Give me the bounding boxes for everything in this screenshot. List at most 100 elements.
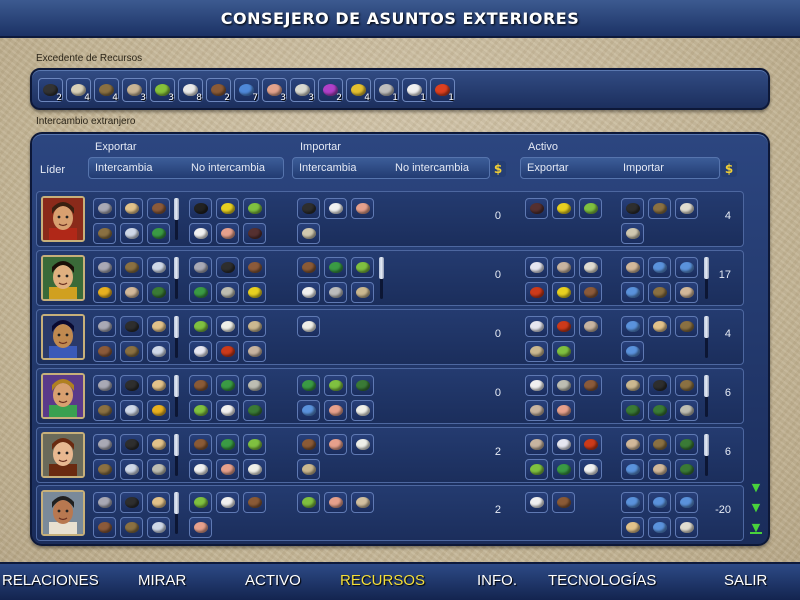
resource-slot[interactable] [147, 282, 170, 303]
active-export-header[interactable]: Exportar [527, 162, 569, 174]
resource-slot[interactable] [579, 375, 602, 396]
resource-slot[interactable] [525, 492, 548, 513]
nav-activo[interactable]: ACTIVO [245, 572, 301, 589]
resource-slot[interactable] [621, 375, 644, 396]
resource-slot[interactable] [552, 492, 575, 513]
resource-slot[interactable] [552, 257, 575, 278]
resource-slot[interactable] [351, 282, 374, 303]
resource-slot[interactable] [93, 257, 116, 278]
surplus-item[interactable]: 7 [234, 78, 259, 103]
resource-slot[interactable] [297, 198, 320, 219]
resource-slot[interactable] [216, 400, 239, 421]
resource-slot[interactable] [324, 400, 347, 421]
resource-slot[interactable] [243, 257, 266, 278]
resource-slot[interactable] [243, 459, 266, 480]
nav-tecnologas[interactable]: TECNOLOGÍAS [548, 572, 656, 589]
resource-slot[interactable] [243, 198, 266, 219]
row-scrollbar[interactable] [174, 316, 179, 358]
resource-slot[interactable] [147, 400, 170, 421]
nav-relaciones[interactable]: RELACIONES [2, 572, 99, 589]
resource-slot[interactable] [297, 400, 320, 421]
resource-slot[interactable] [621, 400, 644, 421]
resource-slot[interactable] [120, 434, 143, 455]
resource-slot[interactable] [621, 517, 644, 538]
resource-slot[interactable] [189, 257, 212, 278]
resource-slot[interactable] [621, 492, 644, 513]
resource-slot[interactable] [120, 375, 143, 396]
resource-slot[interactable] [552, 375, 575, 396]
surplus-item[interactable]: 1 [430, 78, 455, 103]
resource-slot[interactable] [621, 316, 644, 337]
resource-slot[interactable] [216, 375, 239, 396]
surplus-item[interactable]: 3 [122, 78, 147, 103]
resource-slot[interactable] [120, 459, 143, 480]
resource-slot[interactable] [297, 223, 320, 244]
resource-slot[interactable] [579, 459, 602, 480]
row-scrollbar[interactable] [174, 375, 179, 417]
resource-slot[interactable] [93, 316, 116, 337]
row-scrollbar[interactable] [174, 257, 179, 299]
resource-slot[interactable] [147, 459, 170, 480]
row-scrollbar[interactable] [174, 434, 179, 476]
row-scrollbar[interactable] [174, 492, 179, 534]
resource-slot[interactable] [93, 223, 116, 244]
resource-slot[interactable] [324, 257, 347, 278]
resource-slot[interactable] [216, 492, 239, 513]
resource-slot[interactable] [552, 282, 575, 303]
export-trade-header[interactable]: Intercambia [95, 162, 152, 174]
resource-slot[interactable] [579, 282, 602, 303]
surplus-item[interactable]: 1 [374, 78, 399, 103]
resource-slot[interactable] [351, 375, 374, 396]
resource-slot[interactable] [324, 198, 347, 219]
resource-slot[interactable] [552, 459, 575, 480]
resource-slot[interactable] [621, 198, 644, 219]
resource-slot[interactable] [189, 492, 212, 513]
resource-slot[interactable] [297, 375, 320, 396]
resource-slot[interactable] [216, 198, 239, 219]
resource-slot[interactable] [324, 492, 347, 513]
resource-slot[interactable] [147, 492, 170, 513]
resource-slot[interactable] [525, 316, 548, 337]
resource-slot[interactable] [648, 257, 671, 278]
resource-slot[interactable] [297, 257, 320, 278]
leader-portrait[interactable] [41, 432, 85, 478]
resource-slot[interactable] [552, 198, 575, 219]
resource-slot[interactable] [189, 375, 212, 396]
resource-slot[interactable] [189, 434, 212, 455]
scroll-thumb[interactable] [174, 492, 179, 514]
surplus-item[interactable]: 8 [178, 78, 203, 103]
resource-slot[interactable] [648, 316, 671, 337]
resource-slot[interactable] [297, 316, 320, 337]
resource-slot[interactable] [216, 223, 239, 244]
resource-slot[interactable] [525, 400, 548, 421]
resource-slot[interactable] [120, 400, 143, 421]
resource-slot[interactable] [648, 198, 671, 219]
resource-slot[interactable] [189, 198, 212, 219]
resource-slot[interactable] [189, 341, 212, 362]
resource-slot[interactable] [120, 517, 143, 538]
resource-slot[interactable] [297, 282, 320, 303]
resource-slot[interactable] [189, 282, 212, 303]
resource-slot[interactable] [351, 198, 374, 219]
scroll-thumb[interactable] [174, 434, 179, 456]
resource-slot[interactable] [675, 282, 698, 303]
leader-portrait[interactable] [41, 373, 85, 419]
resource-slot[interactable] [216, 257, 239, 278]
resource-slot[interactable] [243, 316, 266, 337]
resource-slot[interactable] [525, 459, 548, 480]
row-scrollbar[interactable] [379, 257, 384, 299]
resource-slot[interactable] [243, 223, 266, 244]
resource-slot[interactable] [324, 282, 347, 303]
resource-slot[interactable] [648, 459, 671, 480]
resource-slot[interactable] [189, 459, 212, 480]
resource-slot[interactable] [147, 198, 170, 219]
resource-slot[interactable] [216, 282, 239, 303]
resource-slot[interactable] [243, 282, 266, 303]
row-scrollbar[interactable] [174, 198, 179, 240]
active-import-header[interactable]: Importar [623, 162, 664, 174]
scroll-down-icon[interactable]: ▼ [750, 502, 762, 514]
resource-slot[interactable] [297, 459, 320, 480]
resource-slot[interactable] [579, 257, 602, 278]
resource-slot[interactable] [621, 223, 644, 244]
nav-recursos[interactable]: RECURSOS [340, 572, 425, 589]
